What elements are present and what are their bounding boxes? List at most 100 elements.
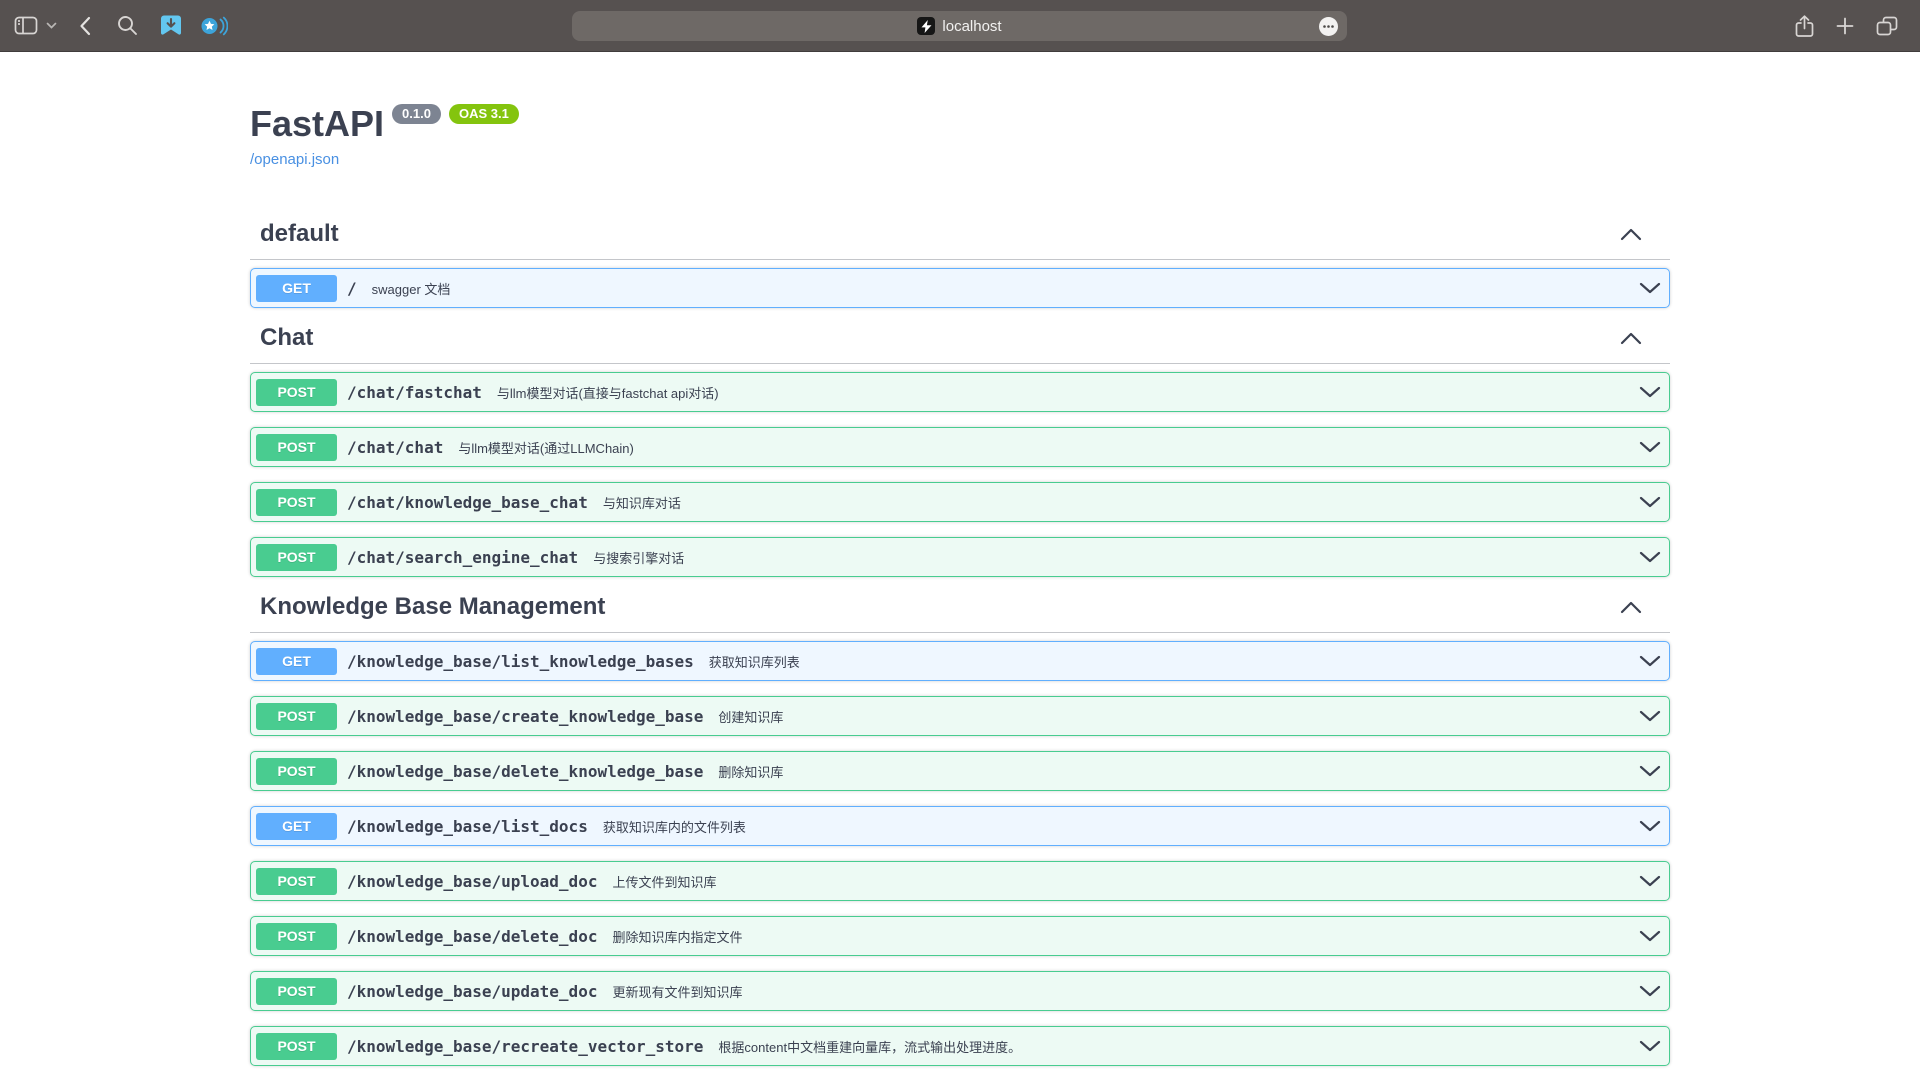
endpoint-rows: GET /knowledge_base/list_knowledge_bases… <box>250 641 1670 1066</box>
media-extension-icon[interactable] <box>200 15 228 37</box>
endpoint-path: /knowledge_base/create_knowledge_base <box>347 707 703 726</box>
browser-toolbar: localhost <box>0 0 1920 52</box>
method-badge: POST <box>256 489 337 516</box>
share-icon[interactable] <box>1795 15 1814 38</box>
method-badge: POST <box>256 379 337 406</box>
tag-name: default <box>260 219 339 249</box>
collapse-section-chevron-icon[interactable] <box>1620 228 1642 241</box>
expand-endpoint-chevron-icon[interactable] <box>1638 278 1662 298</box>
expand-endpoint-chevron-icon[interactable] <box>1638 761 1662 781</box>
endpoint-row[interactable]: POST /knowledge_base/create_knowledge_ba… <box>250 696 1670 736</box>
tab-overview-icon[interactable] <box>1876 16 1898 36</box>
endpoint-row[interactable]: POST /chat/search_engine_chat 与搜索引擎对话 <box>250 537 1670 577</box>
endpoint-description: 与知识库对话 <box>603 493 681 512</box>
collapse-section-chevron-icon[interactable] <box>1620 332 1642 345</box>
endpoint-rows: POST /chat/fastchat 与llm模型对话(直接与fastchat… <box>250 372 1670 577</box>
endpoint-path: /knowledge_base/update_doc <box>347 982 597 1001</box>
expand-endpoint-chevron-icon[interactable] <box>1638 382 1662 402</box>
bookmark-extension-icon[interactable] <box>160 15 182 36</box>
tag-section: Knowledge Base Management GET /knowledge… <box>250 592 1670 1066</box>
endpoint-row[interactable]: GET /knowledge_base/list_docs 获取知识库内的文件列… <box>250 806 1670 846</box>
oas-badge: OAS 3.1 <box>449 104 519 124</box>
method-badge: POST <box>256 1033 337 1060</box>
endpoint-path: /knowledge_base/list_knowledge_bases <box>347 652 694 671</box>
endpoint-rows: GET / swagger 文档 <box>250 268 1670 308</box>
expand-endpoint-chevron-icon[interactable] <box>1638 547 1662 567</box>
endpoint-description: 根据content中文档重建向量库，流式输出处理进度。 <box>718 1037 1021 1056</box>
expand-endpoint-chevron-icon[interactable] <box>1638 871 1662 891</box>
method-badge: POST <box>256 868 337 895</box>
swagger-page: FastAPI 0.1.0 OAS 3.1 /openapi.json defaul… <box>0 52 1920 1066</box>
endpoint-row[interactable]: POST /chat/knowledge_base_chat 与知识库对话 <box>250 482 1670 522</box>
new-tab-icon[interactable] <box>1836 17 1854 35</box>
endpoint-row[interactable]: POST /knowledge_base/update_doc 更新现有文件到知… <box>250 971 1670 1011</box>
endpoint-row[interactable]: POST /knowledge_base/delete_knowledge_ba… <box>250 751 1670 791</box>
endpoint-row[interactable]: GET / swagger 文档 <box>250 268 1670 308</box>
page-title: FastAPI 0.1.0 OAS 3.1 <box>250 102 1670 146</box>
url-bar[interactable]: localhost <box>572 11 1347 41</box>
endpoint-row[interactable]: POST /chat/chat 与llm模型对话(通过LLMChain) <box>250 427 1670 467</box>
endpoint-path: /knowledge_base/list_docs <box>347 817 588 836</box>
openapi-spec-link[interactable]: /openapi.json <box>250 151 339 168</box>
endpoint-description: 获取知识库列表 <box>709 652 800 671</box>
endpoint-description: 与llm模型对话(直接与fastchat api对话) <box>497 383 719 402</box>
endpoint-description: 更新现有文件到知识库 <box>612 982 742 1001</box>
endpoint-description: 删除知识库内指定文件 <box>612 927 742 946</box>
back-icon[interactable] <box>79 16 91 36</box>
method-badge: GET <box>256 813 337 840</box>
version-badge: 0.1.0 <box>392 104 441 124</box>
sidebar-toggle-icon[interactable] <box>14 16 38 35</box>
endpoint-row[interactable]: POST /knowledge_base/upload_doc 上传文件到知识库 <box>250 861 1670 901</box>
endpoint-path: /knowledge_base/delete_doc <box>347 927 597 946</box>
api-title-text: FastAPI <box>250 103 384 144</box>
endpoint-row[interactable]: POST /knowledge_base/delete_doc 删除知识库内指定… <box>250 916 1670 956</box>
endpoint-row[interactable]: POST /knowledge_base/recreate_vector_sto… <box>250 1026 1670 1066</box>
endpoint-description: 获取知识库内的文件列表 <box>603 817 746 836</box>
endpoint-path: /knowledge_base/recreate_vector_store <box>347 1037 703 1056</box>
expand-endpoint-chevron-icon[interactable] <box>1638 437 1662 457</box>
collapse-section-chevron-icon[interactable] <box>1620 601 1642 614</box>
method-badge: POST <box>256 544 337 571</box>
endpoint-description: 创建知识库 <box>718 707 783 726</box>
extensions-ellipsis-icon[interactable] <box>1319 17 1338 36</box>
method-badge: POST <box>256 758 337 785</box>
method-badge: GET <box>256 648 337 675</box>
expand-endpoint-chevron-icon[interactable] <box>1638 651 1662 671</box>
tag-header[interactable]: default <box>250 219 1670 260</box>
tag-name: Knowledge Base Management <box>260 592 605 622</box>
expand-endpoint-chevron-icon[interactable] <box>1638 981 1662 1001</box>
endpoint-description: 与llm模型对话(通过LLMChain) <box>458 438 634 457</box>
expand-endpoint-chevron-icon[interactable] <box>1638 926 1662 946</box>
tag-section: default GET / swagger 文档 <box>250 219 1670 308</box>
search-icon[interactable] <box>117 15 138 36</box>
tag-sections: default GET / swagger 文档 Chat POST /chat… <box>250 219 1670 1066</box>
endpoint-description: 上传文件到知识库 <box>612 872 716 891</box>
tag-name: Chat <box>260 323 313 353</box>
tag-header[interactable]: Chat <box>250 323 1670 364</box>
expand-endpoint-chevron-icon[interactable] <box>1638 1036 1662 1056</box>
endpoint-description: 与搜索引擎对话 <box>593 548 684 567</box>
endpoint-path: / <box>347 279 357 298</box>
api-info: FastAPI 0.1.0 OAS 3.1 /openapi.json <box>250 102 1670 169</box>
endpoint-path: /knowledge_base/delete_knowledge_base <box>347 762 703 781</box>
expand-endpoint-chevron-icon[interactable] <box>1638 816 1662 836</box>
expand-endpoint-chevron-icon[interactable] <box>1638 706 1662 726</box>
toolbar-right-group <box>1795 0 1920 52</box>
toolbar-left-group <box>0 15 228 37</box>
sidebar-menu-chevron-icon[interactable] <box>46 22 57 29</box>
content-wrapper: FastAPI 0.1.0 OAS 3.1 /openapi.json defaul… <box>250 52 1670 1066</box>
method-badge: GET <box>256 275 337 302</box>
endpoint-path: /knowledge_base/upload_doc <box>347 872 597 891</box>
method-badge: POST <box>256 703 337 730</box>
method-badge: POST <box>256 434 337 461</box>
endpoint-path: /chat/knowledge_base_chat <box>347 493 588 512</box>
endpoint-row[interactable]: GET /knowledge_base/list_knowledge_bases… <box>250 641 1670 681</box>
endpoint-description: 删除知识库 <box>718 762 783 781</box>
url-text: localhost <box>942 18 1001 35</box>
endpoint-path: /chat/fastchat <box>347 383 482 402</box>
tag-header[interactable]: Knowledge Base Management <box>250 592 1670 633</box>
expand-endpoint-chevron-icon[interactable] <box>1638 492 1662 512</box>
endpoint-row[interactable]: POST /chat/fastchat 与llm模型对话(直接与fastchat… <box>250 372 1670 412</box>
method-badge: POST <box>256 923 337 950</box>
tag-section: Chat POST /chat/fastchat 与llm模型对话(直接与fas… <box>250 323 1670 577</box>
